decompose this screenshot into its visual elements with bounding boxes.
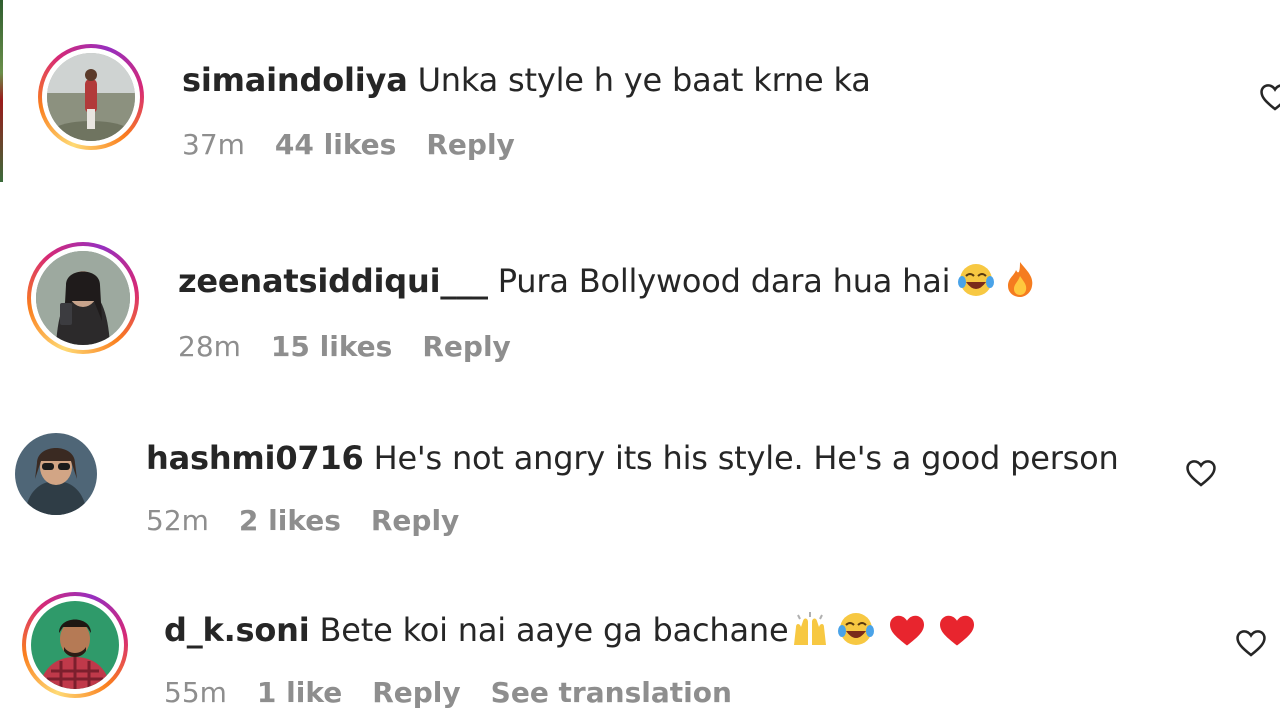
comment-item: hashmi0716 He's not angry its his style.… <box>0 400 1280 560</box>
comment-text: Pura Bollywood dara hua hai <box>497 262 951 300</box>
avatar[interactable] <box>15 433 97 515</box>
reply-button[interactable]: Reply <box>426 128 514 162</box>
raising-hands-emoji-icon <box>790 611 830 647</box>
comment-item: zeenatsiddiqui___ Pura Bollywood dara hu… <box>0 190 1280 390</box>
heart-outline-icon[interactable] <box>1234 626 1268 660</box>
avatar[interactable] <box>47 53 135 141</box>
comment-item: simaindoliya Unka style h ye baat krne k… <box>0 0 1280 190</box>
comment-text: Unka style h ye baat krne ka <box>417 61 871 99</box>
comment-likes[interactable]: 1 like <box>257 676 342 710</box>
reply-button[interactable]: Reply <box>371 504 459 538</box>
laughing-tears-emoji-icon <box>836 611 876 647</box>
red-heart-emoji-icon <box>888 613 926 647</box>
comment-likes[interactable]: 44 likes <box>275 128 396 162</box>
comment-item: d_k.soni Bete koi nai aaye ga bachane 55… <box>0 570 1280 720</box>
comment-text: Bete koi nai aaye ga bachane <box>319 611 789 649</box>
comment-username[interactable]: hashmi0716 <box>146 439 364 477</box>
red-heart-emoji-icon <box>938 613 976 647</box>
comment-likes[interactable]: 2 likes <box>239 504 341 538</box>
comment-likes[interactable]: 15 likes <box>271 330 392 364</box>
comment-time: 52m <box>146 504 209 537</box>
laughing-tears-emoji-icon <box>956 262 996 298</box>
comment-time: 28m <box>178 330 241 363</box>
heart-outline-icon[interactable] <box>1258 80 1280 114</box>
comment-username[interactable]: d_k.soni <box>164 611 310 649</box>
reply-button[interactable]: Reply <box>372 676 460 710</box>
comments-screen: simaindoliya Unka style h ye baat krne k… <box>0 0 1280 720</box>
avatar[interactable] <box>31 601 119 689</box>
heart-outline-icon[interactable] <box>1184 456 1218 490</box>
avatar[interactable] <box>36 251 130 345</box>
comment-time: 37m <box>182 128 245 161</box>
comment-time: 55m <box>164 676 227 709</box>
comment-username[interactable]: zeenatsiddiqui___ <box>178 262 488 300</box>
comment-username[interactable]: simaindoliya <box>182 61 408 99</box>
comment-text: He's not angry its his style. He's a goo… <box>373 439 1119 477</box>
fire-emoji-icon <box>1002 260 1038 298</box>
see-translation-link[interactable]: See translation <box>491 676 732 710</box>
reply-button[interactable]: Reply <box>422 330 510 364</box>
